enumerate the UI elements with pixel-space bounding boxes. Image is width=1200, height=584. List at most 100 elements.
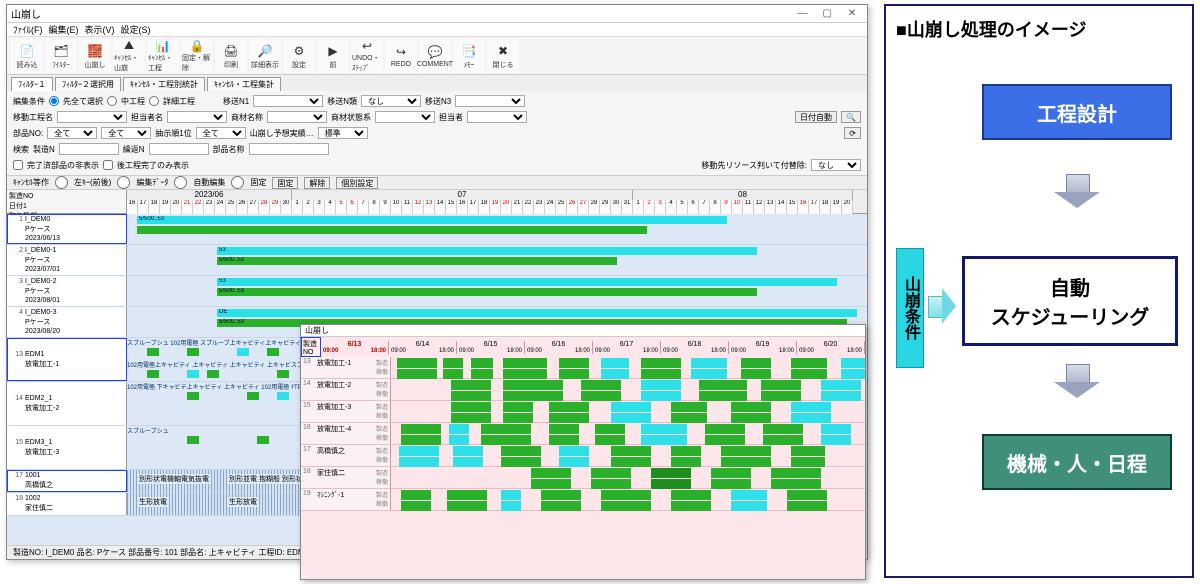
close-button[interactable]: ✕ [841, 8, 863, 19]
part-name-input[interactable] [249, 143, 329, 155]
overlay-task-block[interactable] [401, 490, 431, 500]
move-process-name-select[interactable] [57, 111, 127, 123]
release-button[interactable]: 解除 [304, 177, 330, 189]
overlay-row-label[interactable]: 15放電加工-3製造稼働 [301, 401, 391, 422]
tool-ﾌｲﾙﾀｰ[interactable]: 🗂ﾌｲﾙﾀｰ [45, 39, 77, 73]
fix-button[interactable]: 固定 [272, 177, 298, 189]
overlay-task-block[interactable] [451, 391, 491, 401]
overlay-task-block[interactable] [601, 490, 651, 500]
overlay-task-block[interactable] [451, 402, 491, 412]
overlay-task-block[interactable] [721, 446, 771, 456]
opt-fixed-radio[interactable] [231, 176, 244, 189]
overlay-task-block[interactable] [711, 479, 751, 489]
tool-前[interactable]: ▶前 [317, 39, 349, 73]
row-label[interactable]: 4I_DEM0-3Pケース2023/08/20 [7, 307, 127, 337]
search-button[interactable]: 🔍 [841, 111, 861, 123]
overlay-task-block[interactable] [731, 413, 771, 423]
menu-settings[interactable]: 設定(S) [121, 23, 151, 36]
overlay-row[interactable]: 18家住慎二製造稼働 [301, 467, 865, 489]
part-no-select2[interactable]: 全て [101, 127, 151, 139]
tool-設定[interactable]: ⚙設定 [283, 39, 315, 73]
row-track[interactable]: 535/500..53 [127, 276, 867, 306]
overlay-task-block[interactable] [671, 402, 707, 412]
overlay-task-block[interactable] [691, 358, 727, 368]
overlay-task-block[interactable] [503, 380, 563, 390]
overlay-task-block[interactable] [501, 490, 521, 500]
material-name-select[interactable] [267, 111, 327, 123]
row-track[interactable]: 5/500..53 [127, 214, 867, 244]
overlay-task-block[interactable] [397, 358, 437, 368]
overlay-task-block[interactable] [791, 457, 825, 467]
overlay-task-block[interactable] [591, 468, 631, 478]
overlay-row-label[interactable]: 17高橋慎之製造稼働 [301, 445, 391, 466]
overlay-task-block[interactable] [671, 446, 701, 456]
overlay-task-block[interactable] [549, 402, 589, 412]
overlay-task-block[interactable] [501, 457, 541, 467]
sort-order-select[interactable]: 全て [196, 127, 246, 139]
overlay-task-block[interactable] [763, 435, 803, 445]
overlay-task-block[interactable] [559, 369, 589, 379]
overlay-task-block[interactable] [531, 468, 571, 478]
overlay-task-block[interactable] [611, 402, 651, 412]
tab-cancel-process-summary[interactable]: ｷｬﾝｾﾙ・工程集計 [207, 77, 281, 91]
overlay-task-block[interactable] [641, 424, 687, 434]
overlay-task-block[interactable] [611, 446, 651, 456]
task-chip[interactable] [187, 392, 199, 400]
task-chip[interactable] [277, 370, 289, 378]
text-bar[interactable]: 生形放電 [137, 497, 169, 507]
overlay-task-block[interactable] [771, 468, 821, 478]
tool-ｷｬﾝｾﾙ・工程[interactable]: 📊ｷｬﾝｾﾙ・工程 [147, 39, 179, 73]
overlay-task-block[interactable] [821, 424, 851, 434]
gantt-bar[interactable]: 53 [217, 278, 837, 286]
gantt-bar[interactable]: 5/500..53 [137, 216, 727, 224]
move-n3-select[interactable] [455, 95, 525, 107]
overlay-task-block[interactable] [791, 402, 831, 412]
tool-COMMENT[interactable]: 💬COMMENT [419, 39, 451, 73]
overlay-row-label[interactable]: 18家住慎二製造稼働 [301, 467, 391, 488]
minimize-button[interactable]: — [791, 8, 813, 19]
overlay-task-block[interactable] [399, 446, 439, 456]
refresh-button[interactable]: ⟳ [844, 127, 861, 139]
tool-UNDO・ｽﾃｯﾌﾟ[interactable]: ↩UNDO・ｽﾃｯﾌﾟ [351, 39, 383, 73]
row-label[interactable]: 14EDM2_1放電加工-2 [7, 382, 127, 425]
overlay-task-block[interactable] [595, 424, 625, 434]
gantt-row[interactable]: 2I_DEM0-1Pケース2023/07/01535/500..53 [7, 245, 867, 276]
overlay-row-label[interactable]: 16放電加工-4製造稼働 [301, 423, 391, 444]
overlay-task-block[interactable] [641, 391, 681, 401]
overlay-task-block[interactable] [481, 424, 531, 434]
overlay-task-block[interactable] [821, 391, 861, 401]
overlay-task-block[interactable] [699, 380, 747, 390]
overlay-task-block[interactable] [791, 413, 831, 423]
overlay-task-block[interactable] [611, 413, 651, 423]
individual-setting-button[interactable]: 個別設定 [336, 177, 378, 189]
gantt-bar[interactable]: 5/500..53 [217, 257, 617, 265]
repeat-no-input[interactable] [149, 143, 209, 155]
overlay-task-block[interactable] [791, 358, 827, 368]
overlay-task-block[interactable] [641, 369, 681, 379]
gantt-row[interactable]: 3I_DEM0-2Pケース2023/08/01535/500..53 [7, 276, 867, 307]
overlay-task-block[interactable] [651, 468, 691, 478]
overlay-task-block[interactable] [503, 413, 533, 423]
maximize-button[interactable]: ▢ [816, 8, 838, 19]
tool-閉じる[interactable]: ✖閉じる [487, 39, 519, 73]
opt-auto-edit-radio[interactable] [174, 176, 187, 189]
overlay-row[interactable]: 16放電加工-4製造稼働 [301, 423, 865, 445]
row-label[interactable]: 181002家住慎二 [7, 493, 127, 515]
overlay-task-block[interactable] [791, 369, 827, 379]
move-ntype-select[interactable]: なし [361, 95, 421, 107]
opt-edit-data-radio[interactable] [117, 176, 130, 189]
show-after-process-checkbox[interactable] [103, 160, 113, 170]
task-chip[interactable] [187, 348, 199, 356]
menu-file[interactable]: ﾌｧｲﾙ(F) [13, 23, 43, 36]
task-chip[interactable] [187, 436, 199, 444]
row-label[interactable]: 13EDM1放電加工-1 [7, 338, 127, 381]
overlay-task-block[interactable] [401, 424, 441, 434]
task-chip[interactable] [267, 348, 279, 356]
row-label[interactable]: 171001高橋慎之 [7, 470, 127, 492]
overlay-task-block[interactable] [401, 435, 441, 445]
overlay-row-label[interactable]: 13放電加工-1製造稼働 [301, 357, 391, 378]
hide-completed-checkbox[interactable] [13, 160, 23, 170]
task-chip[interactable] [237, 348, 249, 356]
mfg-no-input[interactable] [59, 143, 119, 155]
menu-view[interactable]: 表示(V) [85, 23, 115, 36]
